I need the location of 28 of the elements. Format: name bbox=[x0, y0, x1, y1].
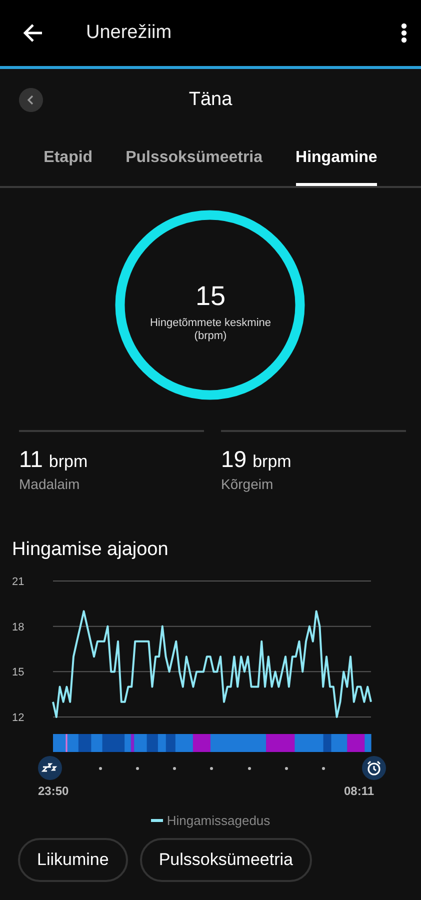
filter-chip[interactable]: Liikumine bbox=[18, 838, 128, 882]
section-title: Hingamise ajajoon bbox=[12, 539, 170, 562]
stat-unit: brpm bbox=[48, 452, 88, 471]
stat-value: 11 bbox=[19, 446, 43, 472]
y-axis-label: 21 bbox=[12, 576, 24, 588]
y-axis-label: 15 bbox=[12, 666, 24, 679]
legend-label: Hingamissagedus bbox=[166, 812, 270, 828]
start-time: 23:50 bbox=[38, 784, 69, 798]
filter-chip[interactable]: Pulssoksümeetria bbox=[140, 838, 312, 882]
more-menu-icon[interactable] bbox=[401, 23, 407, 43]
tab[interactable]: Hingamine bbox=[296, 131, 378, 186]
back-arrow-icon[interactable] bbox=[22, 22, 44, 44]
alarm-clock-icon bbox=[362, 756, 386, 780]
tab[interactable]: Pulssoksümeetria bbox=[126, 131, 263, 186]
average-value: 15 bbox=[195, 281, 226, 312]
stat-value: 19 bbox=[221, 446, 247, 472]
sleep-start-icon bbox=[38, 756, 62, 780]
y-axis-label: 12 bbox=[12, 712, 24, 723]
date-label: Täna bbox=[188, 89, 232, 111]
stat-unit: brpm bbox=[252, 452, 292, 471]
screen-title: Unerežiim bbox=[86, 22, 173, 44]
stat-label: Madalaim bbox=[19, 476, 81, 492]
legend-swatch bbox=[150, 818, 163, 822]
tab[interactable]: Etapid bbox=[44, 131, 93, 186]
average-label: Hingetõmmete keskmine (brpm) bbox=[148, 317, 272, 343]
y-axis-label: 18 bbox=[12, 621, 24, 634]
end-time: 08:11 bbox=[344, 784, 374, 798]
stat-label: Kõrgeim bbox=[221, 476, 274, 492]
